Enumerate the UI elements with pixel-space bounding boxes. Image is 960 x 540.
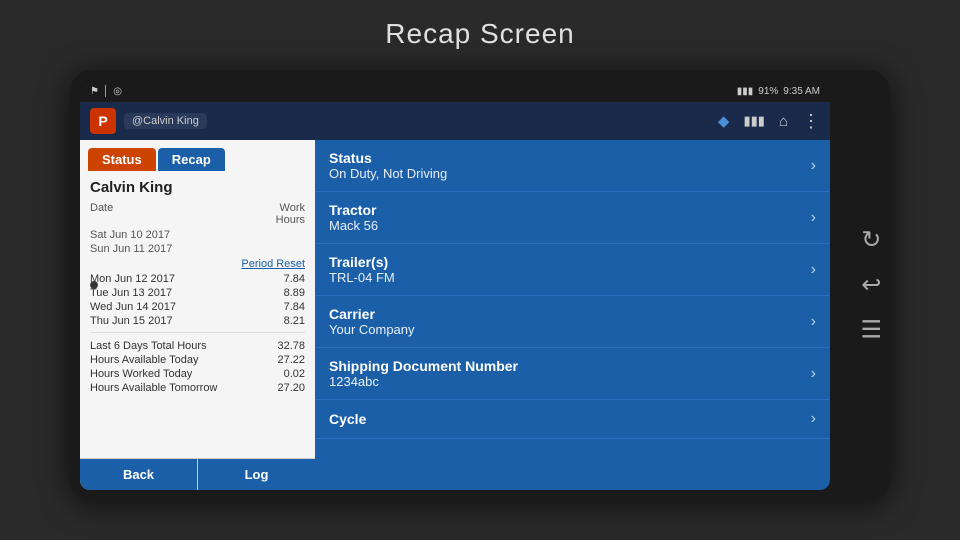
- side-controls: ↻ ↩ ☰: [860, 226, 882, 345]
- chevron-right-icon: ›: [811, 209, 816, 227]
- status-row[interactable]: Status On Duty, Not Driving ›: [315, 140, 830, 192]
- signal-icon: ▮▮▮: [737, 86, 754, 97]
- right-panel: Status On Duty, Not Driving › Tractor Ma…: [315, 140, 830, 490]
- status-value: On Duty, Not Driving: [329, 166, 447, 181]
- table-header: Date WorkHours: [80, 200, 315, 228]
- summary-label: Hours Worked Today: [90, 368, 192, 380]
- list-item: Mon Jun 12 2017 7.84: [90, 272, 305, 286]
- page-title: Recap Screen: [0, 18, 960, 50]
- shipping-doc-row[interactable]: Shipping Document Number 1234abc ›: [315, 348, 830, 400]
- user-badge: @Calvin King: [124, 113, 207, 129]
- work-hours: 7.84: [284, 301, 305, 313]
- driver-name: Calvin King: [80, 171, 315, 200]
- trailer-value: TRL-04 FM: [329, 270, 395, 285]
- status-label: Status: [329, 150, 447, 166]
- work-hours: 8.89: [284, 287, 305, 299]
- carrier-row[interactable]: Carrier Your Company ›: [315, 296, 830, 348]
- list-item: Wed Jun 14 2017 7.84: [90, 300, 305, 314]
- work-date: Tue Jun 13 2017: [90, 287, 172, 299]
- back-nav-icon[interactable]: ↻: [861, 226, 881, 255]
- tractor-value: Mack 56: [329, 218, 378, 233]
- summary-label: Last 6 Days Total Hours: [90, 340, 207, 352]
- return-nav-icon[interactable]: ↩: [861, 271, 881, 300]
- clock: 9:35 AM: [783, 86, 820, 97]
- battery-level: 91%: [758, 86, 778, 97]
- tab-bar: Status Recap: [80, 140, 315, 171]
- cycle-row[interactable]: Cycle ›: [315, 400, 830, 439]
- app-logo: P: [90, 108, 116, 134]
- tablet-screen: ⚑ │ ◎ ▮▮▮ 91% 9:35 AM P @Calvin King ◆ ▮…: [80, 80, 830, 490]
- date-header: Date: [90, 202, 113, 226]
- content-area: Status Recap Calvin King Date WorkHours …: [80, 140, 830, 490]
- summary-value: 27.20: [277, 382, 305, 394]
- list-item: Hours Worked Today 0.02: [90, 367, 305, 381]
- chevron-right-icon: ›: [811, 410, 816, 428]
- summary-label: Hours Available Today: [90, 354, 198, 366]
- shipping-doc-value: 1234abc: [329, 374, 518, 389]
- bluetooth-nav-icon[interactable]: ◆: [718, 112, 730, 130]
- nav-bar: P @Calvin King ◆ ▮▮▮ ⌂ ⋮: [80, 102, 830, 140]
- chevron-right-icon: ›: [811, 261, 816, 279]
- tab-recap[interactable]: Recap: [158, 148, 225, 171]
- tablet-shell: ⚑ │ ◎ ▮▮▮ 91% 9:35 AM P @Calvin King ◆ ▮…: [70, 70, 890, 500]
- bluetooth-icon: │: [103, 86, 109, 97]
- wifi-icon: ◎: [113, 86, 122, 97]
- left-panel: Status Recap Calvin King Date WorkHours …: [80, 140, 315, 490]
- tab-status[interactable]: Status: [88, 148, 156, 171]
- work-hours: 8.21: [284, 315, 305, 327]
- trailer-label: Trailer(s): [329, 254, 395, 270]
- camera-bump: [90, 281, 98, 289]
- menu-nav-icon[interactable]: ☰: [860, 316, 882, 345]
- tractor-label: Tractor: [329, 202, 378, 218]
- summary-label: Hours Available Tomorrow: [90, 382, 217, 394]
- list-item: Sat Jun 10 2017: [90, 228, 305, 242]
- chevron-right-icon: ›: [811, 313, 816, 331]
- carrier-label: Carrier: [329, 306, 415, 322]
- shipping-doc-label: Shipping Document Number: [329, 358, 518, 374]
- list-item: Thu Jun 15 2017 8.21: [90, 314, 305, 328]
- summary-value: 0.02: [284, 368, 305, 380]
- work-date: Wed Jun 14 2017: [90, 301, 176, 313]
- summary-value: 27.22: [277, 354, 305, 366]
- tractor-row[interactable]: Tractor Mack 56 ›: [315, 192, 830, 244]
- period-reset-link[interactable]: Period Reset: [90, 256, 305, 272]
- home-nav-icon[interactable]: ⌂: [779, 113, 788, 130]
- divider: [90, 332, 305, 333]
- work-hours-header: WorkHours: [276, 202, 305, 226]
- location-icon: ⚑: [90, 86, 99, 97]
- status-bar: ⚑ │ ◎ ▮▮▮ 91% 9:35 AM: [80, 80, 830, 102]
- back-button[interactable]: Back: [80, 459, 197, 490]
- more-nav-icon[interactable]: ⋮: [802, 111, 820, 132]
- summary-value: 32.78: [277, 340, 305, 352]
- summary-section: Last 6 Days Total Hours 32.78 Hours Avai…: [90, 337, 305, 397]
- nav-icons: ◆ ▮▮▮ ⌂ ⋮: [718, 111, 820, 132]
- date-label: Sat Jun 10 2017: [90, 229, 170, 241]
- list-item: Hours Available Today 27.22: [90, 353, 305, 367]
- list-item: Sun Jun 11 2017: [90, 242, 305, 256]
- list-item: Tue Jun 13 2017 8.89: [90, 286, 305, 300]
- chevron-right-icon: ›: [811, 365, 816, 383]
- recap-table: Sat Jun 10 2017 Sun Jun 11 2017 Period R…: [80, 228, 315, 458]
- chevron-right-icon: ›: [811, 157, 816, 175]
- bottom-buttons: Back Log: [80, 458, 315, 490]
- log-button[interactable]: Log: [197, 459, 315, 490]
- trailer-row[interactable]: Trailer(s) TRL-04 FM ›: [315, 244, 830, 296]
- work-hours: 7.84: [284, 273, 305, 285]
- date-label: Sun Jun 11 2017: [90, 243, 172, 255]
- work-date: Thu Jun 15 2017: [90, 315, 173, 327]
- work-date: Mon Jun 12 2017: [90, 273, 175, 285]
- status-bar-right: ▮▮▮ 91% 9:35 AM: [737, 86, 820, 97]
- list-item: Hours Available Tomorrow 27.20: [90, 381, 305, 395]
- list-item: Last 6 Days Total Hours 32.78: [90, 339, 305, 353]
- carrier-value: Your Company: [329, 322, 415, 337]
- cycle-label: Cycle: [329, 411, 366, 427]
- signal-nav-icon: ▮▮▮: [743, 113, 764, 129]
- status-bar-left: ⚑ │ ◎: [90, 86, 122, 97]
